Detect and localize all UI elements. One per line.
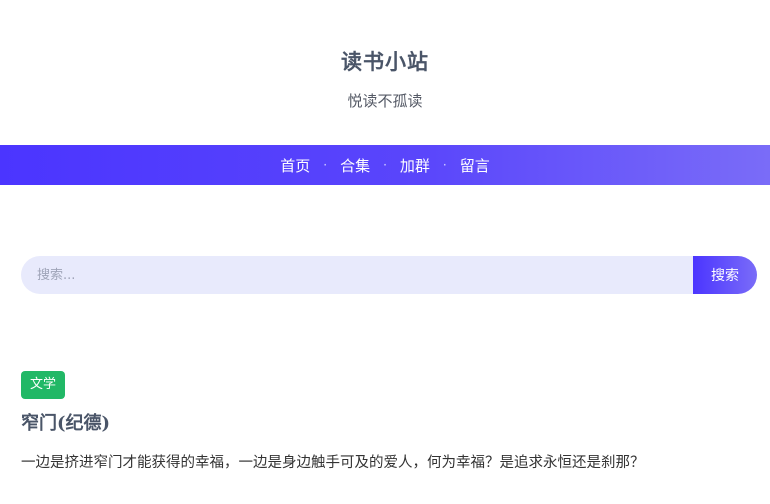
main-nav: 首页 · 合集 · 加群 · 留言 bbox=[0, 145, 770, 185]
nav-item-collections[interactable]: 合集 bbox=[338, 155, 372, 176]
nav-item-guestbook[interactable]: 留言 bbox=[458, 155, 492, 176]
post-card: 文学 窄门(纪德) 一边是挤进窄门才能获得的幸福，一边是身边触手可及的爱人，何为… bbox=[21, 371, 757, 474]
category-tag[interactable]: 文学 bbox=[21, 371, 66, 399]
nav-item-home[interactable]: 首页 bbox=[278, 155, 312, 176]
nav-separator: · bbox=[323, 158, 328, 172]
site-title[interactable]: 读书小站 bbox=[0, 46, 770, 78]
search-form: 搜索 bbox=[21, 256, 757, 294]
post-excerpt: 一边是挤进窄门才能获得的幸福，一边是身边触手可及的爱人，何为幸福？是追求永恒还是… bbox=[21, 455, 645, 471]
post-title[interactable]: 窄门(纪德) bbox=[21, 411, 757, 437]
site-header: 读书小站 悦读不孤读 bbox=[0, 0, 770, 145]
nav-separator: · bbox=[383, 158, 387, 172]
search-button[interactable]: 搜索 bbox=[693, 256, 757, 294]
search-input[interactable] bbox=[21, 256, 693, 294]
nav-item-join-group[interactable]: 加群 bbox=[398, 155, 432, 176]
nav-separator: · bbox=[442, 158, 447, 172]
site-subtitle: 悦读不孤读 bbox=[347, 92, 423, 110]
